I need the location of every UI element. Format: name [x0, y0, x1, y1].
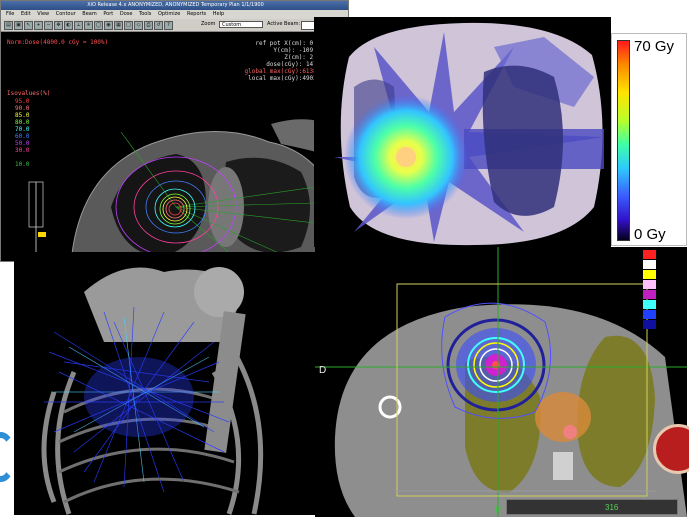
- dose-color-bar: [617, 40, 630, 241]
- structure-swatch[interactable]: [643, 300, 656, 309]
- dose-normalization-label: Norm:Dose(4800.0 cGy = 100%): [7, 39, 109, 46]
- isovalue-item: 80.0: [15, 119, 30, 126]
- menu-file[interactable]: File: [6, 11, 14, 17]
- scale-bar[interactable]: [506, 499, 678, 515]
- beam-3d-rendering: [14, 252, 315, 515]
- ruler-icon[interactable]: ⟂: [74, 21, 83, 30]
- beam-icon[interactable]: ✳: [84, 21, 93, 30]
- readout-global-max: global max(cGy):6138.6: [244, 68, 324, 75]
- zoom-label: Zoom: [201, 21, 216, 27]
- isovalue-item: 10.0: [15, 161, 30, 168]
- zoom-select[interactable]: Custom: [219, 21, 263, 28]
- isovalue-item: 70.0: [15, 126, 30, 133]
- structure-swatch[interactable]: [643, 250, 656, 259]
- pan-icon[interactable]: ✥: [54, 21, 63, 30]
- toolbar: ▤ ▣ ↖ + − ✥ ◐ ⟂ ✳ ◯ ◉ ▦ □ ◇ ⎙ ↺ ? Zoom C…: [1, 19, 348, 32]
- ct-viewport[interactable]: Norm:Dose(4800.0 cGy = 100%) ref pot X(c…: [1, 32, 348, 261]
- planning-app-window: XiO Release 4.x ANONYMIZED, ANONYMIZED T…: [0, 0, 349, 262]
- menu-dose[interactable]: Dose: [120, 11, 133, 17]
- save-icon[interactable]: ▣: [14, 21, 23, 30]
- structure-swatch[interactable]: [643, 270, 656, 279]
- menu-reports[interactable]: Reports: [187, 11, 206, 17]
- contour-icon[interactable]: ◯: [94, 21, 103, 30]
- isovalue-item: 60.0: [15, 133, 30, 140]
- isovalue-item: 30.0: [15, 147, 30, 154]
- dose-colorwash-graphic: [334, 22, 604, 246]
- window-title: XiO Release 4.x ANONYMIZED, ANONYMIZED T…: [1, 1, 348, 10]
- isovalue-list: 95.0 90.0 85.0 80.0 70.0 60.0 50.0 30.0 10.0: [15, 98, 29, 168]
- orientation-label-bottom: P: [495, 505, 502, 515]
- view-3d-icon[interactable]: ◇: [134, 21, 143, 30]
- isovalue-item: 50.0: [15, 140, 30, 147]
- menu-view[interactable]: View: [37, 11, 49, 17]
- pointer-icon[interactable]: ↖: [24, 21, 33, 30]
- isovalue-item: 95.0: [15, 98, 30, 105]
- structure-swatch[interactable]: [643, 320, 656, 329]
- legend-max-label: 70 Gy: [634, 38, 675, 55]
- zoom-out-icon[interactable]: −: [44, 21, 53, 30]
- help-icon[interactable]: ?: [164, 21, 173, 30]
- orientation-label-left: D: [319, 365, 327, 376]
- isovalue-item: 90.0: [15, 105, 30, 112]
- active-beam-label: Active Beam:: [267, 21, 301, 27]
- menu-contour[interactable]: Contour: [56, 11, 76, 17]
- skeleton-beams-graphic: [41, 267, 264, 515]
- dose-icon[interactable]: ◉: [104, 21, 113, 30]
- isovalue-item: 85.0: [15, 112, 30, 119]
- isovalue-item: [15, 154, 29, 161]
- menu-help[interactable]: Help: [213, 11, 224, 17]
- menu-optimize[interactable]: Optimize: [158, 11, 180, 17]
- window-level-icon[interactable]: ◐: [64, 21, 73, 30]
- readout-z: Z(cm): 2.14: [284, 54, 324, 61]
- isovalues-title: Isovalues(%): [7, 90, 51, 97]
- print-icon[interactable]: ⎙: [144, 21, 153, 30]
- dose-colorwash-image: [314, 17, 611, 247]
- zoom-in-icon[interactable]: +: [34, 21, 43, 30]
- structure-swatch[interactable]: [643, 310, 656, 319]
- menu-port[interactable]: Port: [103, 11, 113, 17]
- structure-swatch[interactable]: [643, 280, 656, 289]
- readout-x: ref pot X(cm): 0.02: [255, 40, 324, 47]
- menu-beam[interactable]: Beam: [82, 11, 96, 17]
- cursor-readout: ref pot X(cm): 0.02 Y(cm): -109.40 Z(cm)…: [216, 40, 324, 82]
- undo-icon[interactable]: ↺: [154, 21, 163, 30]
- open-icon[interactable]: ▤: [4, 21, 13, 30]
- view-2d-icon[interactable]: □: [124, 21, 133, 30]
- readout-y: Y(cm): -109.40: [273, 47, 324, 54]
- scale-value: 316: [605, 503, 619, 512]
- structure-color-swatches: [643, 250, 656, 330]
- menu-tools[interactable]: Tools: [139, 11, 151, 17]
- legend-min-label: 0 Gy: [634, 226, 666, 243]
- readout-local-max: local max(cGy):4903.4: [248, 75, 324, 82]
- grid-icon[interactable]: ▦: [114, 21, 123, 30]
- structure-swatch[interactable]: [643, 290, 656, 299]
- menu-bar: File Edit View Contour Beam Port Dose To…: [1, 10, 348, 19]
- menu-edit[interactable]: Edit: [21, 11, 31, 17]
- axial-ct-panel[interactable]: D P 316: [315, 247, 687, 517]
- axial-ct-graphic: [315, 247, 687, 517]
- readout-dose: dose(cGy): 147.0: [266, 61, 324, 68]
- structure-swatch[interactable]: [643, 260, 656, 269]
